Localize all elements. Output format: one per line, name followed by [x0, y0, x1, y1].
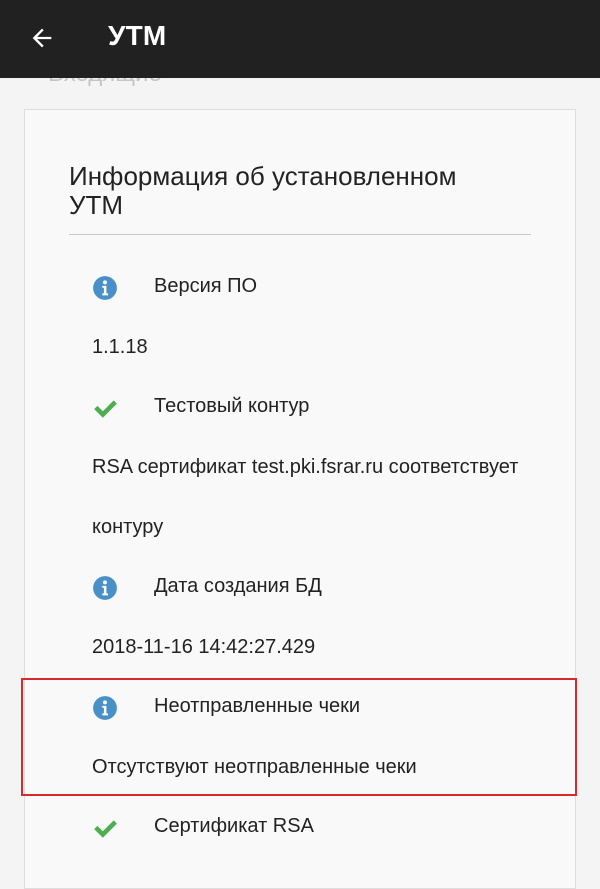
item-value-continued: контуру — [92, 516, 164, 538]
item-label: Дата создания БД — [154, 575, 322, 597]
checkmark-icon — [94, 820, 117, 838]
back-button[interactable] — [18, 14, 66, 62]
info-icon — [93, 276, 117, 300]
item-value: 1.1.18 — [92, 336, 148, 358]
item-label: Сертификат RSA — [154, 815, 314, 837]
list-item-software-version: Версия ПО — [25, 258, 577, 318]
card-title: Информация об установленном УТМ — [69, 161, 457, 220]
list-item-db-creation-date: Дата создания БД — [25, 558, 577, 618]
checkmark-icon — [94, 400, 117, 418]
arrow-left-icon — [32, 28, 52, 48]
item-label: Версия ПО — [154, 275, 258, 297]
item-value: 2018-11-16 14:42:27.429 — [92, 636, 316, 658]
title-divider — [69, 234, 531, 235]
app-bar: УТМ — [0, 0, 600, 78]
list-item-rsa-certificate: Сертификат RSA — [25, 798, 577, 858]
item-value: RSA сертификат test.pki.fsrar.ru соответ… — [92, 456, 519, 478]
info-icon — [93, 576, 117, 600]
highlight-annotation — [21, 678, 577, 796]
list-item-test-contour: Тестовый контур — [25, 378, 577, 438]
item-label: Тестовый контур — [154, 395, 310, 417]
page-title: УТМ — [108, 20, 167, 51]
